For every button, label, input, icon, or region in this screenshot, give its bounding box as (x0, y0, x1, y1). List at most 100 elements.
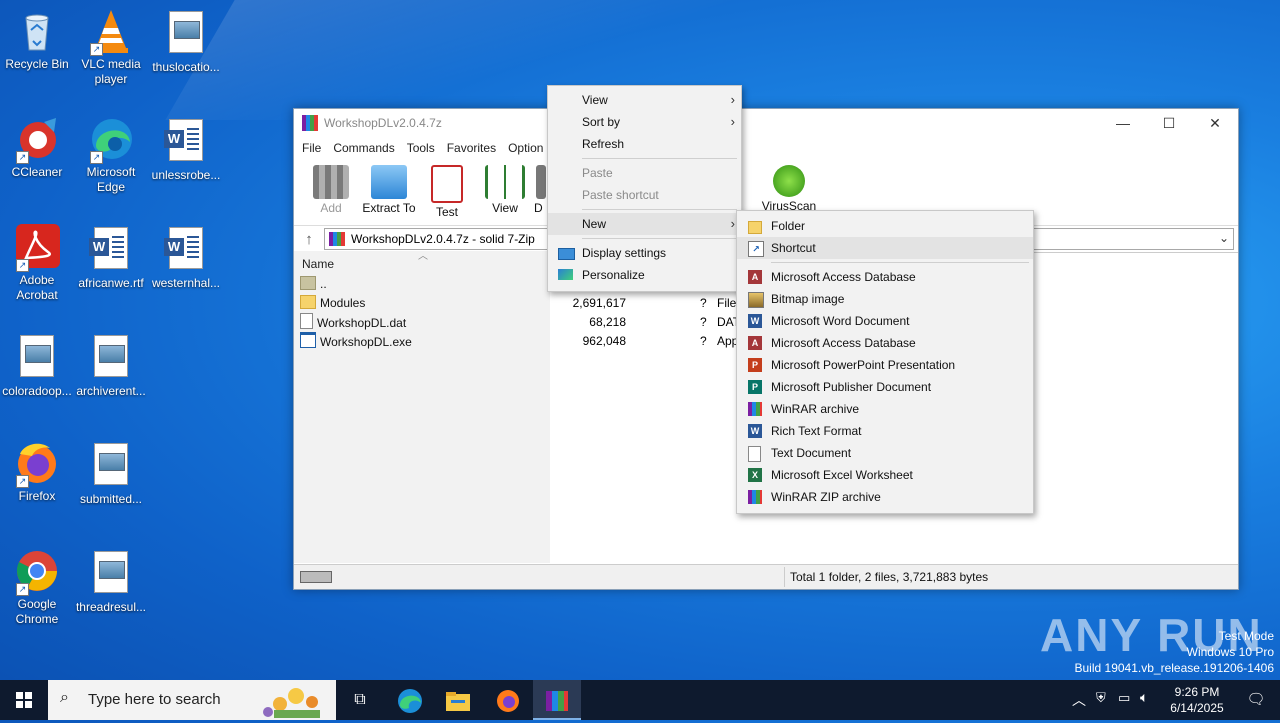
column-header-name[interactable]: Name (302, 257, 334, 271)
word-document-icon: W (88, 227, 134, 273)
window-title: WorkshopDLv2.0.4.7z (324, 116, 442, 130)
image-file-icon (88, 551, 134, 597)
desktop-icon-vlc[interactable]: ↗ VLC media player (74, 8, 148, 87)
menu-options[interactable]: Option (502, 141, 549, 155)
network-icon[interactable]: ▭ (1118, 690, 1130, 706)
desktop-icon-label: Firefox (18, 489, 56, 503)
menu-file[interactable]: File (296, 141, 327, 155)
menu-tools[interactable]: Tools (401, 141, 441, 155)
new-item-shortcut[interactable]: ↗ Shortcut (737, 237, 1033, 259)
personalize-icon (558, 269, 573, 280)
desktop-icon-label: VLC media player (81, 57, 141, 86)
test-mode-text: Test Mode (1218, 629, 1274, 643)
menu-item-personalize[interactable]: Personalize (548, 264, 741, 286)
volume-icon[interactable]: 🔈︎ (1140, 689, 1148, 706)
menu-commands[interactable]: Commands (327, 141, 400, 155)
desktop-icon-ccleaner[interactable]: ↗ CCleaner (0, 116, 74, 180)
maximize-button[interactable]: ☐ (1146, 109, 1192, 137)
excel-icon: X (748, 468, 762, 482)
chevron-up-icon[interactable]: ︿ (1072, 690, 1086, 710)
taskbar-file-explorer[interactable] (434, 680, 482, 720)
virusscan-button[interactable]: VirusScan (760, 163, 818, 213)
desktop-icon-label: africanwe.rtf (78, 276, 144, 290)
chevron-down-icon[interactable]: ⌄ (1219, 231, 1229, 245)
new-item-publisher[interactable]: P Microsoft Publisher Document (737, 376, 1033, 398)
menu-separator (582, 158, 737, 159)
task-view-button[interactable]: ⧉ (336, 680, 384, 720)
new-item-powerpoint[interactable]: P Microsoft PowerPoint Presentation (737, 354, 1033, 376)
word-icon: W (748, 314, 762, 328)
new-item-bitmap[interactable]: Bitmap image (737, 288, 1033, 310)
new-item-access-db[interactable]: A Microsoft Access Database (737, 266, 1033, 288)
new-item-winrar-zip[interactable]: WinRAR ZIP archive (737, 486, 1033, 508)
desktop-icon-thuslocatio[interactable]: thuslocatio... (149, 8, 223, 75)
close-button[interactable]: ✕ (1192, 109, 1238, 137)
menu-item-display-settings[interactable]: Display settings (548, 242, 741, 264)
acrobat-icon: ↗ (14, 224, 60, 272)
desktop-icon-microsoft-edge[interactable]: ↗ Microsoft Edge (74, 116, 148, 195)
new-item-rtf[interactable]: W Rich Text Format (737, 420, 1033, 442)
menu-item-new[interactable]: New › (548, 213, 741, 235)
file-row-updir[interactable]: .. (300, 275, 327, 294)
file-packed: ? (700, 315, 707, 329)
desktop-icon-adobe-acrobat[interactable]: ↗ Adobe Acrobat (0, 224, 74, 303)
menu-item-view[interactable]: View › (548, 89, 741, 111)
desktop-icon-archiverent[interactable]: archiverent... (74, 332, 148, 399)
desktop-icon-firefox[interactable]: ↗ Firefox (0, 440, 74, 504)
menu-item-refresh[interactable]: Refresh (548, 133, 741, 155)
edge-icon: ↗ (88, 116, 134, 164)
start-button[interactable] (0, 680, 48, 720)
image-file-icon (88, 335, 134, 381)
word-document-icon: W (163, 119, 209, 165)
file-packed: ? (700, 296, 707, 310)
menu-favorites[interactable]: Favorites (441, 141, 502, 155)
new-item-text-document[interactable]: Text Document (737, 442, 1033, 464)
taskbar-firefox[interactable] (484, 680, 532, 720)
new-item-winrar-archive[interactable]: WinRAR archive (737, 398, 1033, 420)
taskbar-clock[interactable]: 9:26 PM 6/14/2025 (1160, 684, 1234, 716)
recycle-bin-icon (14, 8, 60, 54)
notification-center-button[interactable]: 🗨︎ (1232, 680, 1280, 720)
desktop-icon-label: thuslocatio... (152, 60, 220, 74)
up-arrow-icon[interactable]: ↑ (294, 231, 324, 248)
desktop-icon-submitted[interactable]: submitted... (74, 440, 148, 507)
shortcut-arrow-icon: ↗ (90, 43, 103, 56)
menu-item-sort-by[interactable]: Sort by › (548, 111, 741, 133)
desktop-icon-coloradoop[interactable]: coloradoop... (0, 332, 74, 399)
image-file-icon (14, 335, 60, 381)
file-row-workshopdl-exe[interactable]: WorkshopDL.exe (300, 332, 412, 351)
menu-item-paste[interactable]: Paste (548, 162, 741, 184)
desktop-icon-unlessrobe[interactable]: W unlessrobe... (149, 116, 223, 183)
minimize-button[interactable]: — (1100, 109, 1146, 137)
drive-icon[interactable] (300, 571, 332, 583)
file-row-modules[interactable]: Modules (300, 294, 365, 313)
publisher-icon: P (748, 380, 762, 394)
new-item-excel[interactable]: X Microsoft Excel Worksheet (737, 464, 1033, 486)
desktop-icon-africanwe[interactable]: W africanwe.rtf (74, 224, 148, 291)
shortcut-arrow-icon: ↗ (16, 259, 29, 272)
desktop-icon-westernhal[interactable]: W westernhal... (149, 224, 223, 291)
new-item-folder[interactable]: Folder (737, 215, 1033, 237)
view-button[interactable]: View (476, 163, 534, 215)
shortcut-arrow-icon: ↗ (16, 475, 29, 488)
desktop-icon-recycle-bin[interactable]: Recycle Bin (0, 8, 74, 72)
taskbar-winrar[interactable] (533, 680, 581, 720)
add-button[interactable]: Add (302, 163, 360, 215)
desktop-icon-google-chrome[interactable]: ↗ Google Chrome (0, 548, 74, 627)
image-file-icon (163, 11, 209, 57)
menu-item-paste-shortcut[interactable]: Paste shortcut (548, 184, 741, 206)
file-row-workshopdl-dat[interactable]: WorkshopDL.dat (300, 313, 406, 332)
new-item-word[interactable]: W Microsoft Word Document (737, 310, 1033, 332)
desktop-icon-label: Google Chrome (15, 597, 59, 626)
desktop-icon-label: Recycle Bin (5, 57, 69, 71)
taskbar-edge[interactable] (386, 680, 434, 720)
new-item-access-db-2[interactable]: A Microsoft Access Database (737, 332, 1033, 354)
title-bar[interactable]: WorkshopDLv2.0.4.7z — ☐ ✕ (294, 109, 1238, 137)
bitmap-icon (748, 292, 764, 308)
desktop-icon-threadresul[interactable]: threadresul... (74, 548, 148, 615)
chevron-right-icon: › (730, 114, 735, 129)
extract-to-button[interactable]: Extract To (360, 163, 418, 215)
security-icon[interactable]: ⛨ (1096, 690, 1106, 706)
test-button[interactable]: Test (418, 163, 476, 219)
taskbar-search-box[interactable]: ⌕ Type here to search (48, 680, 336, 720)
